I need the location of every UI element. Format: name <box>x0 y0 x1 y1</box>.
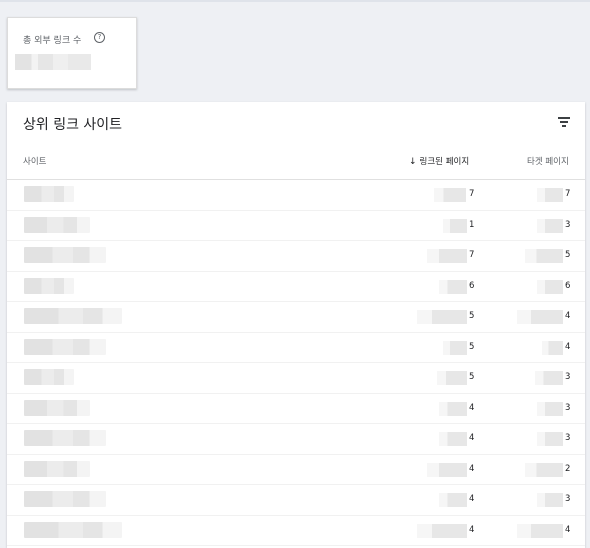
linked-bar-redacted <box>434 188 466 202</box>
target-pages-value: 3 <box>565 372 571 382</box>
linked-pages-value: 4 <box>469 524 475 535</box>
linked-pages-value: 7 <box>469 250 475 260</box>
column-header-target-pages[interactable]: 타겟 페이지 <box>527 155 569 167</box>
sites-table-body: 7 7 1 3 7 5 6 6 5 4 5 4 5 3 4 3 4 3 4 2 … <box>7 180 585 546</box>
linked-pages-value: 4 <box>469 494 475 504</box>
site-name-redacted <box>24 491 106 507</box>
linked-bar-redacted <box>439 401 467 416</box>
linked-pages-value: 7 <box>469 189 475 199</box>
help-circle-icon[interactable]: ? <box>94 32 105 43</box>
site-name-redacted <box>24 247 106 263</box>
linked-bar-redacted <box>417 523 467 538</box>
top-divider <box>0 0 590 2</box>
target-bar-redacted <box>537 279 563 294</box>
target-pages-value: 3 <box>565 494 571 504</box>
site-name-redacted <box>24 277 74 294</box>
linked-bar-redacted <box>437 371 467 385</box>
table-row[interactable]: 7 7 <box>7 180 585 211</box>
site-name-redacted <box>24 308 122 324</box>
panel-title: 상위 링크 사이트 <box>23 117 123 133</box>
target-pages-value: 3 <box>565 219 571 230</box>
target-bar-redacted <box>537 432 563 446</box>
target-bar-redacted <box>542 340 563 355</box>
linked-bar-redacted <box>439 432 467 446</box>
target-bar-redacted <box>525 249 563 263</box>
target-pages-value: 4 <box>565 341 571 352</box>
target-pages-value: 2 <box>565 463 571 474</box>
linked-bar-redacted <box>417 310 467 324</box>
table-row[interactable]: 6 6 <box>7 272 585 302</box>
table-row[interactable]: 1 3 <box>7 211 585 241</box>
linked-pages-value: 1 <box>469 219 475 230</box>
target-pages-value: 5 <box>565 250 571 260</box>
linked-bar-redacted <box>427 462 467 477</box>
site-name-redacted <box>24 369 74 385</box>
target-pages-value: 3 <box>565 402 571 413</box>
site-name-redacted <box>24 430 106 446</box>
target-bar-redacted <box>535 371 563 385</box>
target-pages-value: 6 <box>565 280 571 291</box>
linked-bar-redacted <box>427 249 467 263</box>
target-bar-redacted <box>517 523 563 538</box>
linked-pages-value: 5 <box>469 341 475 352</box>
filter-icon[interactable] <box>557 116 571 128</box>
site-name-redacted <box>24 186 74 202</box>
target-pages-value: 3 <box>565 433 571 443</box>
target-bar-redacted <box>537 218 563 233</box>
linked-pages-value: 4 <box>469 402 475 413</box>
linked-bar-redacted <box>443 218 467 233</box>
linked-pages-value: 6 <box>469 280 475 291</box>
site-name-redacted <box>24 521 122 538</box>
linked-pages-value: 4 <box>469 463 475 474</box>
total-external-links-value-redacted <box>15 54 91 70</box>
linked-bar-redacted <box>439 493 467 507</box>
site-name-redacted <box>24 460 90 477</box>
table-row[interactable]: 7 5 <box>7 241 585 272</box>
linked-pages-value: 4 <box>469 433 475 443</box>
table-row[interactable]: 5 4 <box>7 333 585 363</box>
linked-bar-redacted <box>443 340 467 355</box>
column-header-linked-pages-label: 링크된 페이지 <box>419 157 470 167</box>
target-pages-value: 4 <box>565 524 571 535</box>
table-row[interactable]: 5 3 <box>7 363 585 394</box>
linked-pages-value: 5 <box>469 372 475 382</box>
table-row[interactable]: 5 4 <box>7 302 585 333</box>
target-pages-value: 4 <box>565 311 571 321</box>
target-bar-redacted <box>525 462 563 477</box>
target-pages-value: 7 <box>565 189 571 199</box>
column-header-site[interactable]: 사이트 <box>23 155 46 167</box>
column-header-linked-pages[interactable]: ↓ 링크된 페이지 <box>409 155 469 167</box>
target-bar-redacted <box>517 310 563 324</box>
total-external-links-card[interactable]: 총 외부 링크 수 ? <box>7 17 137 89</box>
table-row[interactable]: 4 2 <box>7 455 585 485</box>
linked-bar-redacted <box>439 279 467 294</box>
table-row[interactable]: 4 3 <box>7 394 585 424</box>
target-bar-redacted <box>537 188 563 202</box>
target-bar-redacted <box>537 401 563 416</box>
top-linking-sites-panel: 상위 링크 사이트 사이트 ↓링크된 페이지 타겟 페이지 7 7 1 3 7 <box>7 102 585 548</box>
linked-pages-value: 5 <box>469 311 475 321</box>
table-row[interactable]: 4 3 <box>7 485 585 516</box>
arrow-down-icon: ↓ <box>409 157 417 167</box>
table-row[interactable]: 4 4 <box>7 516 585 546</box>
site-name-redacted <box>24 216 90 233</box>
site-name-redacted <box>24 399 90 416</box>
table-row[interactable]: 4 3 <box>7 424 585 455</box>
target-bar-redacted <box>537 493 563 507</box>
site-name-redacted <box>24 338 106 355</box>
total-external-links-label: 총 외부 링크 수 <box>23 36 82 46</box>
